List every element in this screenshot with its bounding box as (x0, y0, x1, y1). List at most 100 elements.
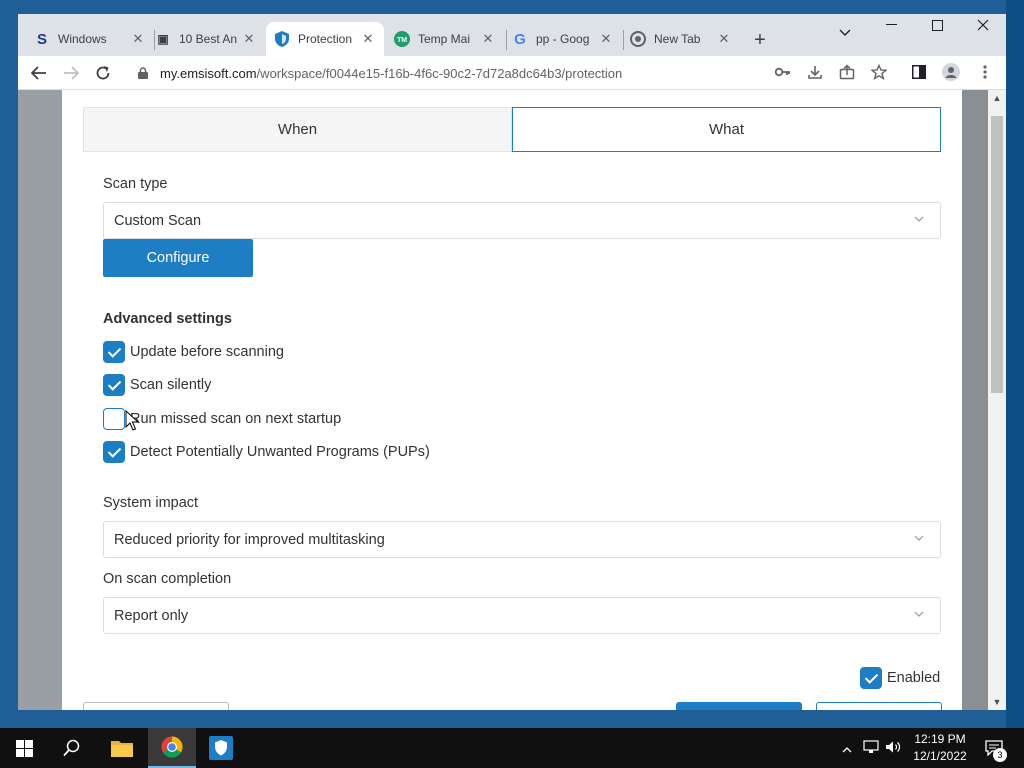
system-tray (838, 728, 904, 768)
close-icon[interactable]: ✕ (360, 31, 376, 47)
configure-button[interactable]: Configure (103, 239, 253, 277)
robot-icon: ▣ (157, 32, 169, 46)
close-icon[interactable]: ✕ (598, 31, 614, 47)
checkbox[interactable] (103, 374, 125, 396)
tab-temp-mail[interactable]: TM Temp Mai ✕ (386, 22, 504, 56)
option-update-before-scanning[interactable]: Update before scanning (103, 341, 284, 363)
dialog-tabs: When What (83, 107, 941, 152)
checkbox[interactable] (103, 341, 125, 363)
checkbox[interactable] (103, 408, 125, 430)
tab-windows[interactable]: S Windows ✕ (26, 22, 154, 56)
side-panel-icon[interactable] (910, 63, 928, 81)
search-button[interactable] (48, 728, 96, 768)
option-label: Detect Potentially Unwanted Programs (PU… (130, 444, 430, 460)
option-label: Update before scanning (130, 344, 284, 360)
download-icon[interactable] (806, 63, 824, 81)
maximize-button[interactable] (914, 14, 960, 36)
tab-title: Windows (58, 32, 107, 46)
on-scan-completion-select[interactable]: Report only (103, 597, 941, 634)
new-tab-button[interactable]: + (746, 26, 774, 54)
tab-when[interactable]: When (83, 107, 512, 152)
footer-button-secondary[interactable] (816, 702, 942, 710)
tab-title: New Tab (654, 32, 701, 46)
tab-what[interactable]: What (512, 107, 941, 152)
share-icon[interactable] (838, 63, 856, 81)
close-icon[interactable]: ✕ (716, 31, 732, 47)
scroll-down-icon[interactable]: ▼ (988, 694, 1006, 710)
desktop-background (1006, 0, 1024, 728)
scan-schedule-dialog: When What Scan type Custom Scan Configur… (62, 90, 962, 710)
tab-title: Protection (298, 32, 353, 46)
tab-strip: S Windows ✕ ▣ 10 Best An ✕ Protection ✕ … (18, 14, 1006, 56)
volume-icon[interactable] (882, 740, 904, 757)
enabled-toggle[interactable]: Enabled (860, 667, 940, 689)
checkbox[interactable] (860, 667, 882, 689)
folder-icon (111, 741, 133, 757)
url-host: my.emsisoft.com (160, 65, 257, 81)
system-impact-select[interactable]: Reduced priority for improved multitaski… (103, 521, 941, 558)
advanced-settings-heading: Advanced settings (103, 311, 232, 327)
tab-new-tab[interactable]: New Tab ✕ (622, 22, 740, 56)
chrome-taskbar-button[interactable] (148, 728, 196, 768)
search-icon (63, 739, 80, 757)
action-center-button[interactable] (976, 728, 1012, 768)
file-explorer-button[interactable] (98, 728, 146, 768)
windows-logo-icon (15, 739, 33, 757)
system-impact-value: Reduced priority for improved multitaski… (114, 531, 385, 548)
scan-type-value: Custom Scan (114, 212, 202, 229)
scroll-up-icon[interactable]: ▲ (988, 90, 1006, 106)
tab-title: pp - Goog (536, 32, 590, 46)
scan-type-label: Scan type (103, 176, 168, 192)
s-logo-icon: S (36, 30, 47, 48)
chevron-up-icon[interactable] (838, 741, 856, 756)
page-scrollbar[interactable]: ▲ ▼ (988, 90, 1006, 710)
footer-button-primary[interactable] (676, 702, 802, 710)
checkbox[interactable] (103, 441, 125, 463)
back-button[interactable] (26, 60, 52, 86)
tab-google[interactable]: G pp - Goog ✕ (504, 22, 622, 56)
network-icon[interactable] (860, 739, 882, 757)
lock-icon (138, 67, 150, 79)
emsisoft-shield-icon (274, 31, 290, 47)
key-icon[interactable] (774, 63, 792, 81)
forward-button[interactable] (58, 60, 84, 86)
footer-button-left[interactable] (83, 702, 229, 710)
arrow-left-icon (31, 66, 46, 80)
close-icon[interactable]: ✕ (241, 31, 257, 47)
chrome-icon (630, 31, 646, 47)
close-window-button[interactable] (960, 14, 1006, 36)
close-icon (977, 19, 989, 31)
option-scan-silently[interactable]: Scan silently (103, 374, 211, 396)
clock-time: 12:19 PM (914, 732, 966, 746)
profile-avatar[interactable] (942, 63, 960, 81)
reload-button[interactable] (90, 60, 116, 86)
close-icon[interactable]: ✕ (480, 31, 496, 47)
tab-10-best[interactable]: ▣ 10 Best An ✕ (147, 22, 265, 56)
bookmark-star-icon[interactable] (870, 63, 888, 81)
clock-date: 12/1/2022 (913, 749, 967, 763)
notification-count-badge: 3 (993, 748, 1007, 762)
emsisoft-shield-icon (209, 736, 233, 760)
on-scan-completion-label: On scan completion (103, 571, 232, 587)
arrow-right-icon (64, 66, 79, 80)
emsisoft-taskbar-button[interactable] (197, 728, 245, 768)
kebab-menu-icon[interactable] (976, 63, 994, 81)
maximize-icon (931, 19, 943, 31)
app-sidebar-overlay (18, 90, 62, 710)
scan-type-select[interactable]: Custom Scan (103, 202, 941, 239)
tab-search-button[interactable] (822, 20, 868, 46)
tab-protection[interactable]: Protection ✕ (266, 22, 384, 56)
option-label: Scan silently (130, 377, 212, 393)
system-impact-label: System impact (103, 495, 199, 511)
option-detect-pups[interactable]: Detect Potentially Unwanted Programs (PU… (103, 441, 430, 463)
tab-title: Temp Mai (418, 32, 471, 46)
scrollbar-thumb[interactable] (991, 116, 1003, 393)
tempmail-icon: TM (394, 31, 410, 47)
clock[interactable]: 12:19 PM 12/1/2022 (908, 731, 972, 765)
chrome-icon (161, 736, 183, 758)
tab-title: 10 Best An (179, 32, 237, 46)
close-icon[interactable]: ✕ (130, 31, 146, 47)
url-path: /workspace/f0044e15-f16b-4f6c-90c2-7d72a… (256, 65, 623, 81)
start-button[interactable] (0, 728, 48, 768)
minimize-button[interactable] (868, 14, 914, 36)
